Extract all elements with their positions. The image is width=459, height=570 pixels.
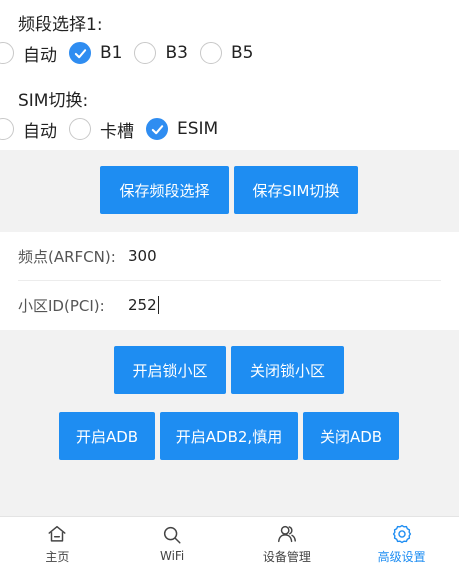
radio-circle-icon xyxy=(199,42,222,64)
sim-radio-esim[interactable]: ESIM xyxy=(146,118,218,140)
sim-radio-group: 自动 卡槽 ESIM xyxy=(0,114,230,144)
save-buttons-band xyxy=(0,150,459,232)
home-icon xyxy=(48,525,66,542)
tab-device-management[interactable]: 设备管理 xyxy=(230,517,345,570)
pci-input[interactable]: 252 xyxy=(128,296,159,315)
arfcn-input[interactable]: 300 xyxy=(128,247,157,265)
tab-advanced-settings[interactable]: 高级设置 xyxy=(344,517,459,570)
save-band-button[interactable]: 保存频段选择 xyxy=(100,166,229,214)
bottom-tab-bar: 主页 WiFi 设备管理 高级设置 xyxy=(0,516,459,570)
radio-circle-icon xyxy=(0,42,14,64)
sim-radio-auto[interactable]: 自动 xyxy=(0,117,57,142)
save-sim-button[interactable]: 保存SIM切换 xyxy=(234,166,358,214)
search-icon xyxy=(164,526,181,544)
check-icon xyxy=(69,42,91,64)
lock-cell-on-button[interactable]: 开启锁小区 xyxy=(114,346,226,394)
radio-circle-icon xyxy=(0,118,14,140)
band-section-title: 频段选择1: xyxy=(18,15,103,35)
adb-on-button[interactable]: 开启ADB xyxy=(59,412,155,460)
adb-off-button[interactable]: 关闭ADB xyxy=(303,412,399,460)
arfcn-label: 频点(ARFCN): xyxy=(18,247,116,266)
radio-circle-icon xyxy=(134,42,157,64)
tab-wifi[interactable]: WiFi xyxy=(115,517,230,570)
check-icon xyxy=(146,118,168,140)
band-radio-b5[interactable]: B5 xyxy=(199,42,253,64)
users-icon xyxy=(277,525,296,542)
text-caret xyxy=(157,296,159,315)
sim-section-title: SIM切换: xyxy=(18,91,89,111)
adb2-on-button[interactable]: 开启ADB2,慎用 xyxy=(160,412,298,460)
lock-cell-off-button[interactable]: 关闭锁小区 xyxy=(231,346,344,394)
pci-label: 小区ID(PCI): xyxy=(18,296,105,315)
band-radio-b1[interactable]: B1 xyxy=(69,42,122,64)
tab-home[interactable]: 主页 xyxy=(0,517,115,570)
sim-radio-slot[interactable]: 卡槽 xyxy=(69,117,134,142)
gear-icon xyxy=(392,524,411,543)
band-radio-auto[interactable]: 自动 xyxy=(0,41,57,66)
band-radio-b3[interactable]: B3 xyxy=(134,42,188,64)
radio-circle-icon xyxy=(69,118,91,140)
band-radio-group: 自动 B1 B3 B5 xyxy=(0,38,265,68)
arfcn-row: 频点(ARFCN): 300 xyxy=(0,232,459,280)
pci-row: 小区ID(PCI): 252 xyxy=(0,281,459,329)
